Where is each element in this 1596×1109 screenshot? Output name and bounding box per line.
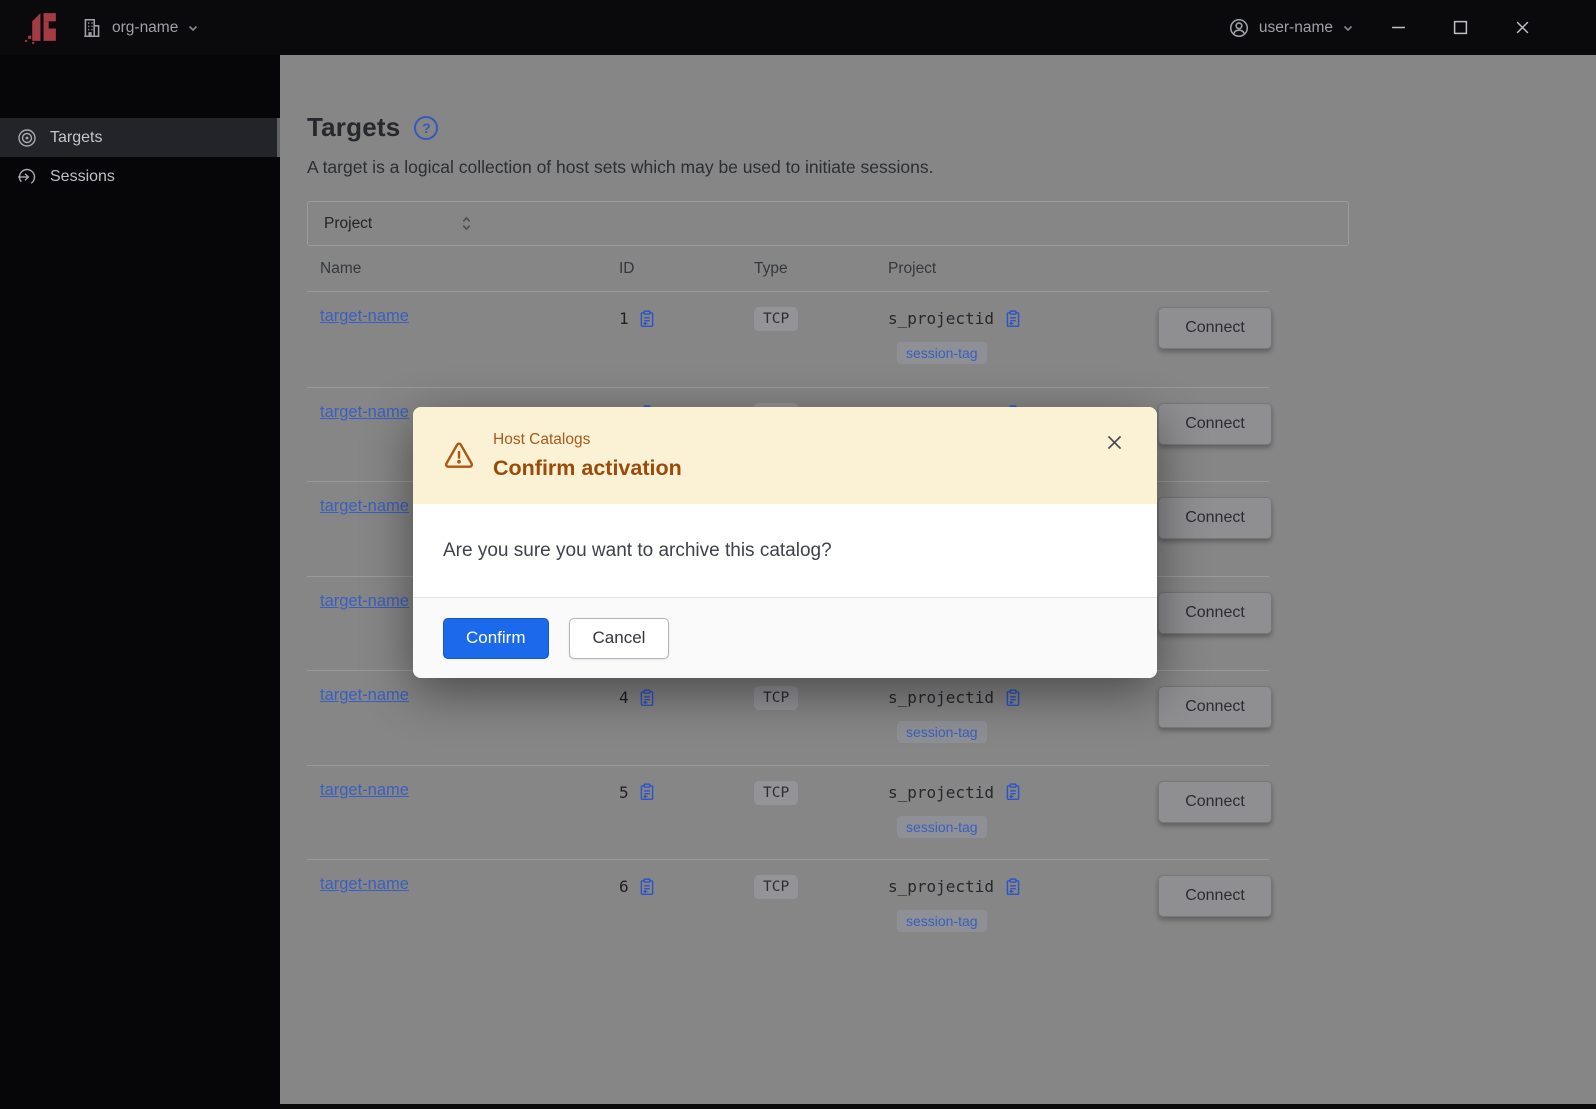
project-id-value: s_projectid	[888, 782, 994, 802]
confirm-button[interactable]: Confirm	[443, 617, 549, 659]
dialog-message: Are you sure you want to archive this ca…	[443, 539, 832, 561]
top-bar: org-name user-name	[0, 0, 1596, 55]
copy-project-id-icon[interactable]	[1004, 877, 1022, 896]
session-tag-link[interactable]: session-tag	[897, 721, 987, 743]
target-id-value: 5	[619, 782, 629, 802]
window-controls	[1384, 14, 1536, 42]
dialog-header: Host Catalogs Confirm activation	[413, 407, 1157, 504]
project-id-value: s_projectid	[888, 688, 994, 707]
connect-button[interactable]: Connect	[1158, 307, 1272, 349]
page-subtitle: A target is a logical collection of host…	[307, 157, 934, 177]
close-dialog-icon[interactable]	[1103, 431, 1125, 453]
minimize-button[interactable]	[1384, 14, 1412, 42]
type-badge: TCP	[754, 875, 799, 899]
app-window: org-name user-name Targets Sessions Targ…	[0, 0, 1596, 1109]
table-row: target-name 4 TCP s_projectid session-ta…	[307, 670, 1272, 765]
filter-label: Project	[324, 214, 373, 232]
session-enter-icon	[18, 168, 36, 185]
boundary-logo-icon	[25, 13, 56, 44]
copy-id-icon[interactable]	[638, 309, 656, 328]
type-badge: TCP	[754, 780, 799, 805]
target-name-link[interactable]: target-name	[320, 686, 409, 704]
cancel-button[interactable]: Cancel	[568, 617, 670, 659]
dialog-title: Confirm activation	[493, 455, 682, 480]
sidebar-item-label: Targets	[50, 128, 103, 146]
type-badge: TCP	[754, 307, 799, 331]
user-menu[interactable]: user-name	[1228, 17, 1354, 39]
project-filter-dropdown[interactable]: Project	[307, 201, 1349, 246]
project-id-value: s_projectid	[888, 309, 994, 328]
org-building-icon	[84, 18, 100, 37]
connect-button[interactable]: Connect	[1158, 875, 1272, 917]
session-tag-link[interactable]: session-tag	[897, 342, 987, 364]
org-switcher[interactable]: org-name	[81, 17, 199, 39]
chevron-down-icon	[189, 25, 198, 31]
sidebar-item-label: Sessions	[50, 167, 115, 185]
table-row: target-name 6 TCP s_projectid session-ta…	[307, 859, 1272, 954]
session-tag-link[interactable]: session-tag	[897, 910, 987, 932]
table-row: target-name 5 TCP s_projectid session-ta…	[307, 764, 1272, 860]
column-header: Type	[754, 259, 788, 277]
user-name-label: user-name	[1258, 18, 1333, 36]
copy-id-icon[interactable]	[638, 783, 656, 801]
target-name-link[interactable]: target-name	[320, 497, 409, 515]
select-caret-icon	[462, 216, 471, 231]
connect-button[interactable]: Connect	[1158, 591, 1272, 634]
page-title: Targets	[307, 112, 401, 142]
copy-project-id-icon[interactable]	[1004, 783, 1022, 801]
connect-button[interactable]: Connect	[1158, 402, 1272, 445]
dialog-footer: Confirm Cancel	[413, 597, 1157, 678]
target-name-link[interactable]: target-name	[320, 403, 409, 421]
target-name-link[interactable]: target-name	[320, 307, 409, 325]
target-name-link[interactable]: target-name	[320, 781, 409, 799]
session-tag-link[interactable]: session-tag	[897, 815, 987, 838]
column-header: Project	[888, 259, 937, 277]
sidebar-item-sessions[interactable]: Sessions	[0, 157, 280, 196]
table-header-row: Name ID Type Project	[307, 246, 1269, 292]
target-name-link[interactable]: target-name	[320, 875, 409, 893]
dialog-body: Are you sure you want to archive this ca…	[413, 504, 1157, 597]
chevron-down-icon	[1343, 25, 1353, 31]
table-row: target-name 1 TCP s_projectid session-ta…	[307, 292, 1272, 387]
connect-button[interactable]: Connect	[1158, 780, 1272, 823]
target-icon	[18, 128, 36, 147]
type-badge: TCP	[754, 686, 799, 710]
target-id-value: 6	[619, 877, 629, 896]
column-header: ID	[619, 259, 635, 277]
target-name-link[interactable]: target-name	[320, 592, 409, 610]
dialog-context-label: Host Catalogs	[493, 430, 591, 448]
target-id-value: 1	[619, 309, 629, 328]
copy-project-id-icon[interactable]	[1004, 309, 1022, 328]
copy-project-id-icon[interactable]	[1004, 688, 1022, 707]
window-bottom-edge	[280, 1104, 1596, 1109]
user-icon	[1229, 18, 1248, 37]
org-name-label: org-name	[112, 18, 179, 36]
connect-button[interactable]: Connect	[1158, 497, 1272, 539]
sidebar: Targets Sessions	[0, 55, 280, 1109]
close-window-button[interactable]	[1508, 14, 1536, 42]
copy-id-icon[interactable]	[638, 688, 656, 707]
connect-button[interactable]: Connect	[1158, 686, 1272, 728]
warning-triangle-icon	[445, 442, 473, 468]
target-id-value: 4	[619, 688, 629, 707]
project-id-value: s_projectid	[888, 877, 994, 896]
help-icon[interactable]: ?	[414, 115, 439, 140]
maximize-button[interactable]	[1446, 14, 1474, 42]
copy-id-icon[interactable]	[638, 877, 656, 896]
column-header: Name	[320, 259, 362, 277]
confirm-dialog: Host Catalogs Confirm activation Are you…	[413, 407, 1157, 678]
sidebar-item-targets[interactable]: Targets	[0, 118, 280, 157]
